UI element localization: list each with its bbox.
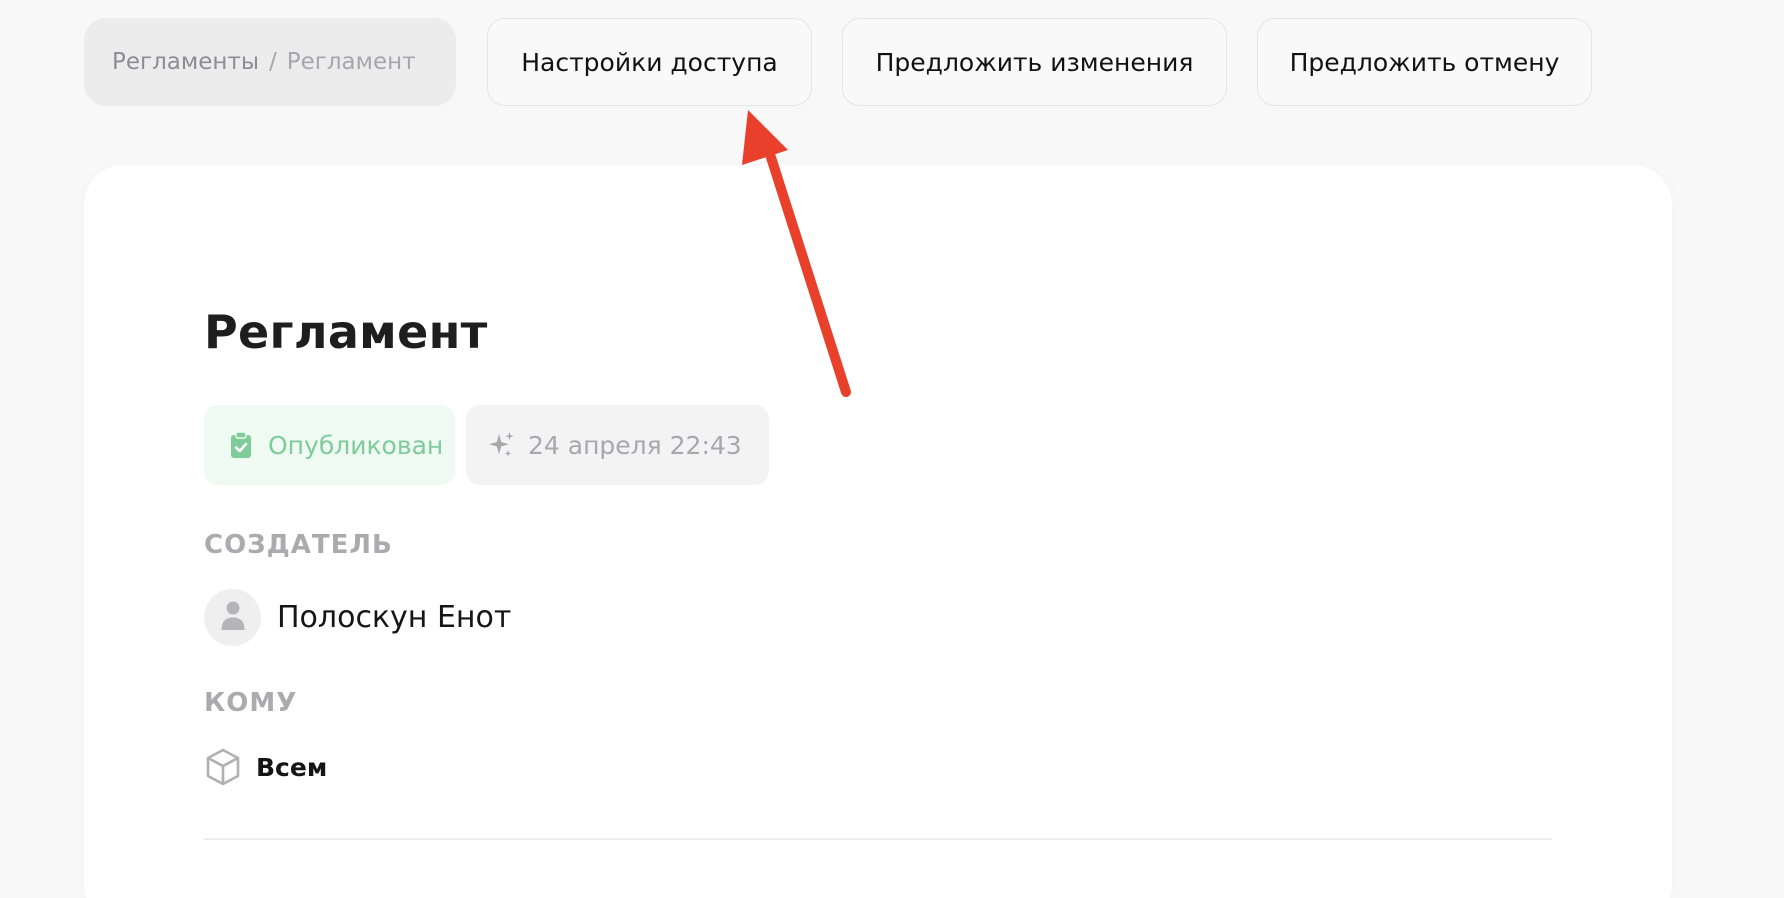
status-label: Опубликован <box>268 430 444 460</box>
section-divider <box>204 838 1552 840</box>
date-badge: 24 апреля 22:43 <box>466 405 769 485</box>
breadcrumb: Регламенты / Регламент <box>84 18 456 106</box>
propose-cancel-button[interactable]: Предложить отмену <box>1257 18 1592 106</box>
status-badge: Опубликован <box>204 405 455 485</box>
cube-icon <box>204 747 242 787</box>
creator-row[interactable]: Полоскун Енот <box>204 588 511 646</box>
breadcrumb-separator: / <box>269 49 277 75</box>
creator-heading: СОЗДАТЕЛЬ <box>204 530 393 560</box>
sparkles-icon <box>486 430 516 460</box>
user-icon <box>220 599 246 635</box>
access-settings-button[interactable]: Настройки доступа <box>487 18 812 106</box>
propose-changes-button[interactable]: Предложить изменения <box>842 18 1227 106</box>
creator-name: Полоскун Енот <box>277 599 512 635</box>
breadcrumb-parent-link[interactable]: Регламенты <box>112 49 259 75</box>
document-card: Регламент Опубликован 24 апреля 22:43 СО… <box>84 165 1672 898</box>
audience-heading: КОМУ <box>204 688 298 718</box>
audience-row: Всем <box>204 745 327 789</box>
clipboard-check-icon <box>226 430 256 460</box>
date-label: 24 апреля 22:43 <box>528 430 742 460</box>
breadcrumb-current: Регламент <box>286 49 416 75</box>
avatar <box>204 588 261 646</box>
page: Регламенты / Регламент Настройки доступа… <box>0 0 1784 898</box>
page-title: Регламент <box>204 305 488 359</box>
audience-value: Всем <box>256 752 328 782</box>
